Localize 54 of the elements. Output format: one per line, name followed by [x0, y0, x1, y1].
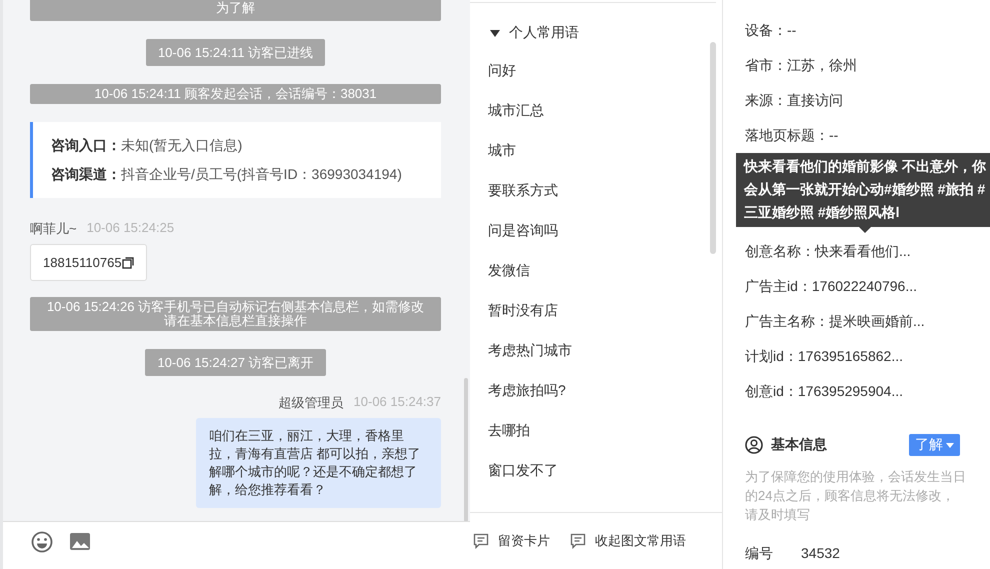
action-button[interactable]: 留资卡片 — [473, 532, 550, 550]
field-label: 编号 — [745, 545, 773, 563]
field-value: 34532 — [801, 545, 840, 563]
phrase-item[interactable]: 问是咨询吗 — [488, 210, 558, 250]
info-field: 落地页标题：-- — [745, 118, 838, 153]
action-button[interactable]: 收起图文常用语 — [570, 532, 686, 550]
section-title: 基本信息 — [771, 436, 827, 454]
system-message: 10-06 15:24:11 访客已进线 — [146, 39, 326, 66]
info-field: 计划id：176395165862... — [745, 339, 903, 374]
image-icon[interactable] — [69, 531, 91, 553]
info-field: 广告主名称：提米映画婚前... — [745, 304, 925, 339]
user-icon — [745, 436, 763, 454]
info-field: 省市：江苏，徐州 — [745, 48, 857, 83]
comment-icon — [473, 533, 489, 549]
system-message: 为了解 — [30, 0, 441, 21]
phrase-item[interactable]: 问好 — [488, 50, 516, 90]
phrase-item[interactable]: 考虑热门城市 — [488, 330, 572, 370]
message-time: 10-06 15:24:25 — [86, 220, 174, 237]
emoji-icon[interactable] — [31, 531, 53, 553]
group-title: 个人常用语 — [509, 24, 579, 42]
field-label: 咨询入口： — [51, 137, 121, 153]
scrollbar[interactable] — [464, 378, 468, 521]
sender-name: 啊菲儿~ — [30, 220, 77, 238]
system-message: 10-06 15:24:11 顾客发起会话，会话编号：38031 — [30, 84, 441, 104]
caret-icon — [946, 442, 954, 448]
info-field: 创意id：176395295904... — [745, 374, 903, 409]
phrase-item[interactable]: 城市 — [488, 130, 516, 170]
field-value: 未知(暂无入口信息) — [121, 137, 242, 153]
phrase-item[interactable]: 考虑旅拍吗? — [488, 370, 566, 410]
system-message: 10-06 15:24:27 访客已离开 — [145, 349, 326, 376]
message-bubble: 咱们在三亚，丽江，大理，香格里拉，青海有直营店 都可以拍，亲想了解哪个城市的呢？还是不确定都想了解，给您推荐看看？ — [196, 418, 441, 508]
caret-icon — [490, 30, 500, 36]
info-field: 来源：直接访问 — [745, 83, 843, 118]
scrollbar[interactable] — [710, 42, 716, 254]
system-message: 10-06 15:24:26 访客手机号已自动标记右侧基本信息栏，如需修改请在基本信息栏直接操作 — [30, 297, 441, 331]
info-field: 广告主id：176022240796... — [745, 269, 917, 304]
comment-icon — [570, 533, 586, 549]
phrase-item[interactable]: 发微信 — [488, 250, 530, 290]
field-value: 抖音企业号/员工号(抖音号ID：36993034194) — [121, 166, 402, 182]
phrase-item[interactable]: 去哪拍 — [488, 410, 530, 450]
phrase-item[interactable]: 要联系方式 — [488, 170, 558, 210]
sender-name: 超级管理员 — [278, 394, 344, 412]
message-text: 18815110765 — [43, 255, 122, 270]
phrase-group-header[interactable]: 个人常用语 — [490, 21, 722, 45]
phrase-item[interactable]: 暂时没有店 — [488, 290, 558, 330]
phrase-item[interactable]: 城市汇总 — [488, 90, 544, 130]
phrase-item[interactable]: 窗口发不了 — [488, 450, 558, 490]
copy-icon — [122, 256, 134, 268]
message-time: 10-06 15:24:37 — [354, 394, 441, 411]
info-field: 设备：-- — [745, 13, 796, 48]
notice-text: 为了保障您的使用体验，会话发生当日的24点之后，顾客信息将无法修改，请及时填写 — [745, 468, 967, 524]
info-field: 创意名称：快来看看他们... — [745, 234, 911, 269]
field-label: 咨询渠道： — [51, 166, 121, 182]
tooltip-arrow-icon — [859, 227, 871, 233]
